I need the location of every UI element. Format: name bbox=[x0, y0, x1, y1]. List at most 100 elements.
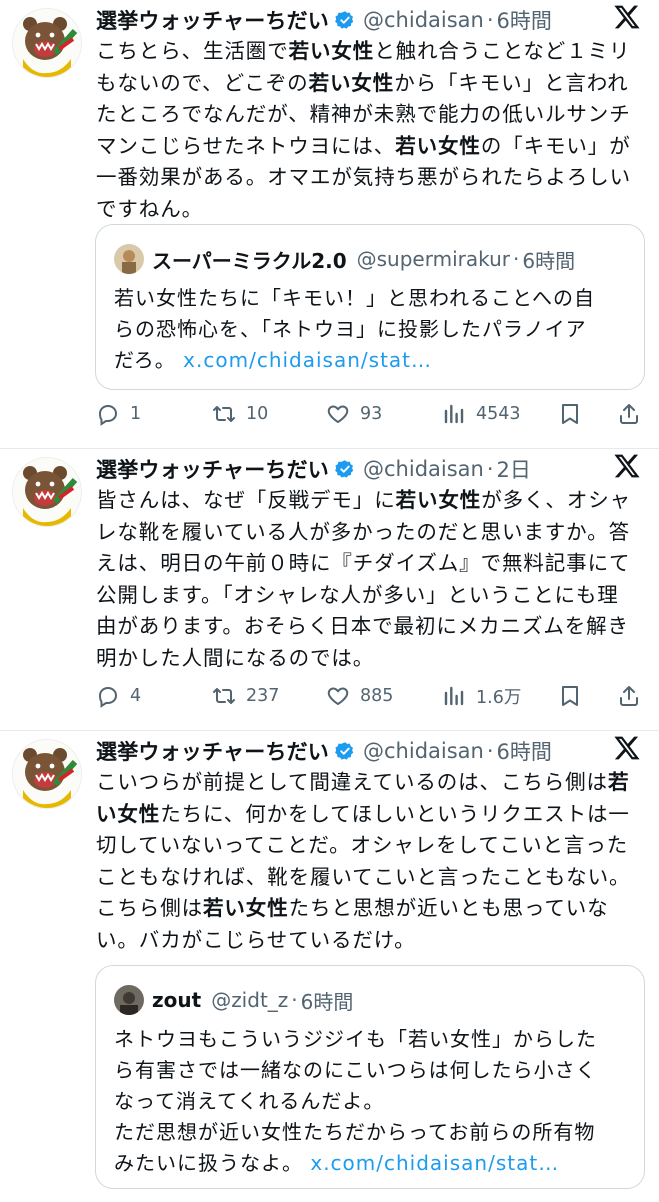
views-button[interactable]: 1.6万 bbox=[442, 679, 521, 713]
like-button[interactable]: 93 bbox=[326, 397, 382, 431]
text-segment: らの恐怖心を、「ネトウヨ」に投影したパラノイア bbox=[114, 317, 587, 341]
quoted-tweet[interactable]: zout @zidt_z · 6時間 ネトウヨもこういうジジイも「若い女性」から… bbox=[95, 965, 645, 1189]
text-line: ネトウヨもこういうジジイも「若い女性」からした bbox=[114, 1024, 626, 1055]
text-line: みたいに扱うなよ。 x.com/chidaisan/stat… bbox=[114, 1148, 626, 1179]
verified-badge-icon bbox=[335, 741, 355, 761]
retweet-icon bbox=[213, 688, 235, 704]
highlighted-text: 若い女性 bbox=[395, 133, 481, 158]
text-segment: が多く、オシャ bbox=[481, 488, 632, 512]
reply-button[interactable]: 4 bbox=[96, 679, 141, 713]
bookmark-icon bbox=[562, 686, 578, 706]
tweet[interactable]: 選挙ウォッチャーちだい @chidaisan · 2日 皆さんは、なぜ「反戦デモ… bbox=[0, 449, 659, 731]
tweet[interactable]: 選挙ウォッチャーちだい @chidaisan · 6時間 こいつらが前提として間… bbox=[0, 731, 659, 1202]
text-segment: 公開します。「オシャレな人が多い」ということにも理 bbox=[96, 582, 619, 607]
tweet-header: 選挙ウォッチャーちだい @chidaisan · 6時間 bbox=[96, 2, 643, 38]
text-line: 明かした人間になるのでは。 bbox=[96, 643, 645, 675]
text-line: 若い女性たちに「キモい！」と思われることへの自 bbox=[114, 283, 626, 314]
text-line: だろ。 x.com/chidaisan/stat… bbox=[114, 345, 626, 376]
text-line: こちら側は若い女性たちと思想が近いとも思っていな bbox=[96, 893, 645, 925]
quoted-text: 若い女性たちに「キモい！」と思われることへの自らの恐怖心を、「ネトウヨ」に投影し… bbox=[114, 283, 626, 376]
text-segment: ネトウヨもこういうジジイも「若い女性」からした bbox=[114, 1027, 597, 1051]
tweet-text: 皆さんは、なぜ「反戦デモ」に若い女性が多く、オシャ レな靴を履いている人が多かった… bbox=[96, 485, 645, 674]
timestamp[interactable]: 6時間 bbox=[497, 736, 552, 766]
quoted-timestamp: 6時間 bbox=[522, 248, 576, 273]
text-segment: こちとら、生活圏で bbox=[96, 39, 289, 63]
quoted-author-name: スーパーミラクル2.0 bbox=[152, 248, 347, 273]
views-count: 1.6万 bbox=[476, 687, 522, 708]
x-logo-icon bbox=[613, 734, 641, 762]
author-name[interactable]: 選挙ウォッチャーちだい bbox=[96, 736, 329, 766]
text-segment: だろ。 bbox=[114, 348, 184, 372]
x-logo-icon bbox=[613, 452, 641, 480]
reply-count: 4 bbox=[130, 686, 142, 706]
text-line: 公開します。「オシャレな人が多い」ということにも理 bbox=[96, 580, 645, 612]
views-chart-icon bbox=[444, 686, 464, 706]
heart-icon bbox=[327, 405, 349, 423]
text-segment: レな靴を履いている人が多かったのだと思いますか。答 bbox=[96, 519, 630, 544]
author-name[interactable]: 選挙ウォッチャーちだい bbox=[96, 5, 329, 35]
retweet-button[interactable]: 237 bbox=[212, 679, 279, 713]
text-line: たところでなんだが、精神が未熟で能力の低いルサンチ bbox=[96, 99, 645, 131]
highlighted-text: 若い女性 bbox=[203, 896, 289, 920]
views-count: 4543 bbox=[476, 404, 521, 424]
text-segment: と触れ合うことなど１ミリ bbox=[374, 39, 631, 63]
tweet-link[interactable]: x.com/chidaisan/stat… bbox=[310, 1151, 559, 1175]
text-segment: たちに、何かをしてほしいというリクエストは一 bbox=[160, 801, 630, 826]
timestamp[interactable]: 2日 bbox=[497, 454, 531, 484]
text-segment: マンこじらせたネトウヨには、 bbox=[96, 133, 396, 158]
author-handle[interactable]: @chidaisan bbox=[363, 8, 484, 32]
text-line: ら有害さでは一緒なのにこいつらは何したら小さく bbox=[114, 1055, 626, 1086]
bear-avatar[interactable] bbox=[12, 739, 82, 809]
x-logo-icon bbox=[613, 3, 641, 31]
author-name[interactable]: 選挙ウォッチャーちだい bbox=[96, 454, 329, 484]
like-count: 93 bbox=[360, 404, 383, 424]
share-button[interactable] bbox=[617, 679, 641, 713]
like-button[interactable]: 885 bbox=[326, 679, 393, 713]
text-segment: 切していないってことだ。オシャレをしてこいと言った bbox=[96, 833, 629, 857]
reply-button[interactable]: 1 bbox=[96, 397, 141, 431]
retweet-icon bbox=[213, 406, 235, 422]
text-line: なって消えてくれるんだよ。 bbox=[114, 1086, 626, 1117]
quoted-timestamp: 6時間 bbox=[300, 989, 354, 1014]
quoted-author-handle: @zidt_z bbox=[211, 988, 289, 1012]
bookmark-button[interactable] bbox=[558, 679, 582, 713]
text-segment: ら有害さでは一緒なのにこいつらは何したら小さく bbox=[114, 1058, 597, 1082]
tweet-link[interactable]: x.com/chidaisan/stat… bbox=[183, 348, 432, 372]
share-button[interactable] bbox=[617, 397, 641, 431]
action-bar: 4 237 885 1.6万 bbox=[96, 679, 645, 713]
bookmark-icon bbox=[562, 404, 578, 424]
bookmark-button[interactable] bbox=[558, 397, 582, 431]
highlighted-text: 若い女性 bbox=[308, 70, 395, 95]
text-segment: の「キモい」が bbox=[480, 133, 631, 158]
text-line: い。バカがこじらせているだけ。 bbox=[96, 925, 645, 957]
text-segment: 皆さんは、なぜ「反戦デモ」に bbox=[96, 488, 396, 512]
verified-badge-icon bbox=[335, 10, 355, 30]
author-handle[interactable]: @chidaisan bbox=[363, 457, 484, 481]
quoted-avatar bbox=[114, 244, 144, 274]
tweet-header: 選挙ウォッチャーちだい @chidaisan · 2日 bbox=[96, 451, 643, 487]
text-segment: たちと思想が近いとも思っていな bbox=[288, 896, 609, 920]
share-icon bbox=[620, 404, 638, 424]
timestamp[interactable]: 6時間 bbox=[497, 5, 552, 35]
retweet-count: 10 bbox=[246, 404, 269, 424]
text-line: ですねん。 bbox=[96, 194, 645, 226]
bear-avatar[interactable] bbox=[12, 457, 82, 527]
tweet[interactable]: 選挙ウォッチャーちだい @chidaisan · 6時間 こちとら、生活圏で若い… bbox=[0, 0, 659, 449]
heart-icon bbox=[327, 687, 349, 705]
reply-icon bbox=[98, 686, 118, 708]
bear-avatar[interactable] bbox=[12, 8, 82, 78]
views-chart-icon bbox=[444, 404, 464, 424]
views-button[interactable]: 4543 bbox=[442, 397, 521, 431]
text-segment: ですねん。 bbox=[96, 196, 203, 221]
text-segment: い。バカがこじらせているだけ。 bbox=[96, 927, 416, 952]
quoted-author-handle: @supermirakur bbox=[356, 247, 510, 271]
retweet-button[interactable]: 10 bbox=[212, 397, 268, 431]
share-icon bbox=[620, 686, 638, 706]
text-segment: 明かした人間になるのでは。 bbox=[96, 645, 375, 670]
quoted-tweet[interactable]: スーパーミラクル2.0 @supermirakur · 6時間 若い女性たちに「… bbox=[95, 224, 645, 390]
text-segment: みたいに扱うなよ。 bbox=[114, 1151, 311, 1175]
text-segment: なって消えてくれるんだよ。 bbox=[114, 1089, 385, 1113]
author-handle[interactable]: @chidaisan bbox=[363, 739, 484, 763]
retweet-count: 237 bbox=[246, 686, 280, 706]
quoted-author-name: zout bbox=[152, 988, 202, 1012]
